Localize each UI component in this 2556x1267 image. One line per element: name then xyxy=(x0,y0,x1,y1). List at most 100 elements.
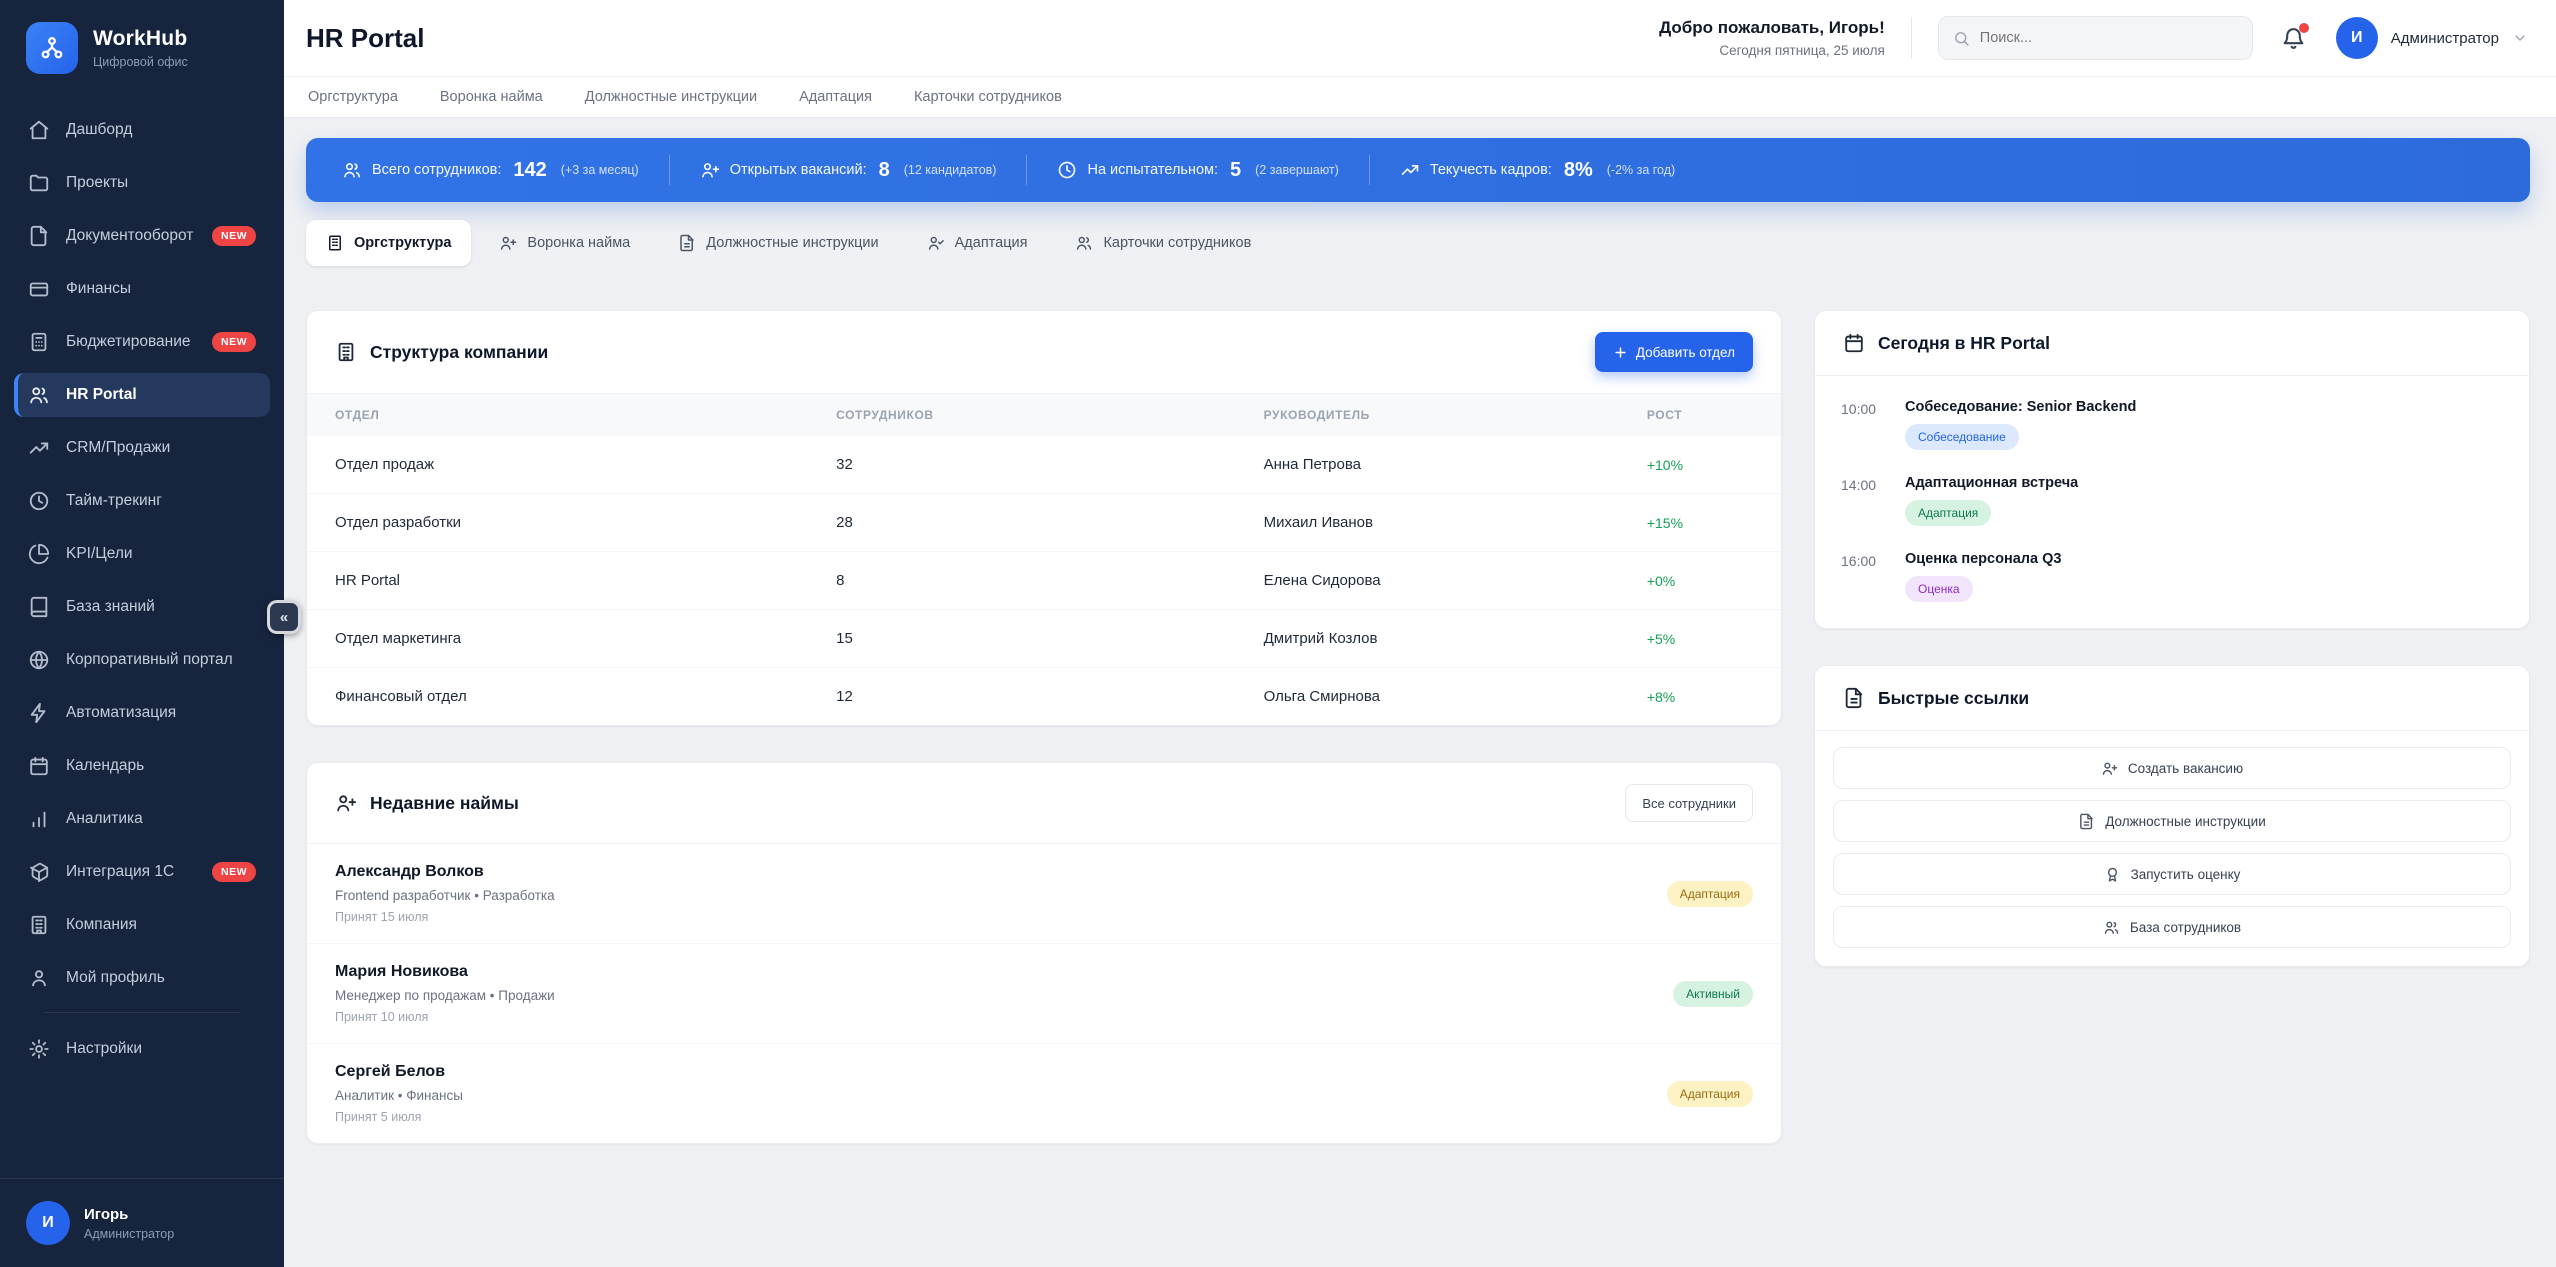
org-chart-icon xyxy=(26,22,78,74)
dept-name: HR Portal xyxy=(307,552,808,610)
dept-name: Финансовый отдел xyxy=(307,668,808,726)
zap-icon xyxy=(28,702,50,724)
hire-list-item[interactable]: Мария Новикова Менеджер по продажам • Пр… xyxy=(307,944,1781,1044)
user-plus-icon xyxy=(2101,760,2118,777)
sidebar-item-analytics[interactable]: Аналитика xyxy=(14,797,270,841)
schedule-event: 14:00 Адаптационная встреча Адаптация xyxy=(1815,462,2529,538)
sidebar-item-knowledge-base[interactable]: База знаний xyxy=(14,585,270,629)
start-assessment-button[interactable]: Запустить оценку xyxy=(1833,853,2511,895)
event-badge: Собеседование xyxy=(1905,424,2019,450)
schedule-event: 10:00 Собеседование: Senior Backend Собе… xyxy=(1815,386,2529,462)
sidebar-item-label: База знаний xyxy=(66,598,155,616)
table-row[interactable]: Отдел маркетинга 15 Дмитрий Козлов +5% xyxy=(307,610,1781,668)
create-vacancy-button[interactable]: Создать вакансию xyxy=(1833,747,2511,789)
user-menu[interactable]: И Администратор xyxy=(2336,17,2528,59)
sidebar-item-calendar[interactable]: Календарь xyxy=(14,744,270,788)
book-icon xyxy=(28,596,50,618)
table-row[interactable]: Отдел разработки 28 Михаил Иванов +15% xyxy=(307,494,1781,552)
tab-orgstructure[interactable]: Оргструктура xyxy=(308,89,398,105)
sidebar-item-label: Документооборот xyxy=(66,227,193,245)
quick-links-card: Быстрые ссылки Создать вакансию Должност… xyxy=(1814,665,2530,967)
pill-label: Воронка найма xyxy=(527,235,630,251)
chevron-down-icon xyxy=(2512,30,2528,46)
pill-employee-cards[interactable]: Карточки сотрудников xyxy=(1055,220,1271,266)
new-badge: NEW xyxy=(212,226,256,246)
dept-count: 28 xyxy=(808,494,1235,552)
hire-name: Сергей Белов xyxy=(335,1063,463,1081)
card-title: Недавние наймы xyxy=(370,793,519,814)
stat-value: 5 xyxy=(1230,159,1241,182)
pill-job-descriptions[interactable]: Должностные инструкции xyxy=(658,220,898,266)
header: HR Portal Добро пожаловать, Игорь! Сегод… xyxy=(284,0,2556,76)
tab-employee-cards[interactable]: Карточки сотрудников xyxy=(914,89,1062,105)
dept-count: 12 xyxy=(808,668,1235,726)
hire-position: Frontend разработчик • Разработка xyxy=(335,888,555,903)
sidebar-item-finances[interactable]: Финансы xyxy=(14,267,270,311)
pill-orgstructure[interactable]: Оргструктура xyxy=(306,220,471,266)
tab-hiring-funnel[interactable]: Воронка найма xyxy=(440,89,543,105)
card-title: Быстрые ссылки xyxy=(1878,688,2029,709)
sidebar-item-settings[interactable]: Настройки xyxy=(14,1027,270,1071)
tab-adaptation[interactable]: Адаптация xyxy=(799,89,872,105)
users-icon xyxy=(2103,919,2120,936)
sidebar-item-documents[interactable]: Документооборот NEW xyxy=(14,214,270,258)
calculator-icon xyxy=(28,331,50,353)
tab-job-descriptions[interactable]: Должностные инструкции xyxy=(585,89,757,105)
stat-value: 142 xyxy=(513,159,546,182)
all-employees-button[interactable]: Все сотрудники xyxy=(1625,784,1753,822)
hire-position: Менеджер по продажам • Продажи xyxy=(335,988,555,1003)
sidebar-item-budgeting[interactable]: Бюджетирование NEW xyxy=(14,320,270,364)
app-logo[interactable]: WorkHub Цифровой офис xyxy=(0,0,284,98)
building-icon xyxy=(335,341,357,363)
table-row[interactable]: Отдел продаж 32 Анна Петрова +10% xyxy=(307,436,1781,494)
sidebar-item-automation[interactable]: Автоматизация xyxy=(14,691,270,735)
hire-list-item[interactable]: Александр Волков Frontend разработчик • … xyxy=(307,844,1781,944)
dept-growth: +8% xyxy=(1619,668,1781,726)
user-name: Игорь xyxy=(84,1206,174,1223)
user-icon xyxy=(28,967,50,989)
sidebar-item-dashboard[interactable]: Дашборд xyxy=(14,108,270,152)
building-icon xyxy=(28,914,50,936)
calendar-icon xyxy=(28,755,50,777)
stats-banner: Всего сотрудников: 142 (+3 за месяц) Отк… xyxy=(306,138,2530,202)
notifications-button[interactable] xyxy=(2281,26,2306,51)
sidebar-item-corporate-portal[interactable]: Корпоративный портал xyxy=(14,638,270,682)
globe-icon xyxy=(28,649,50,671)
schedule-event: 16:00 Оценка персонала Q3 Оценка xyxy=(1815,538,2529,614)
job-descriptions-button[interactable]: Должностные инструкции xyxy=(1833,800,2511,842)
pill-adaptation[interactable]: Адаптация xyxy=(907,220,1048,266)
sidebar-item-1c-integration[interactable]: Интеграция 1С NEW xyxy=(14,850,270,894)
table-row[interactable]: HR Portal 8 Елена Сидорова +0% xyxy=(307,552,1781,610)
add-department-button[interactable]: Добавить отдел xyxy=(1595,332,1753,372)
search-box[interactable] xyxy=(1938,16,2253,60)
table-row[interactable]: Финансовый отдел 12 Ольга Смирнова +8% xyxy=(307,668,1781,726)
sidebar-item-company[interactable]: Компания xyxy=(14,903,270,947)
trending-up-icon xyxy=(1400,160,1420,180)
event-time: 14:00 xyxy=(1841,475,1887,526)
pill-label: Адаптация xyxy=(955,235,1028,251)
sidebar-user[interactable]: И Игорь Администратор xyxy=(0,1178,284,1267)
sidebar-item-my-profile[interactable]: Мой профиль xyxy=(14,956,270,1000)
sidebar-item-crm-sales[interactable]: CRM/Продажи xyxy=(14,426,270,470)
sidebar-item-kpi-goals[interactable]: KPI/Цели xyxy=(14,532,270,576)
sidebar-item-time-tracking[interactable]: Тайм-трекинг xyxy=(14,479,270,523)
pill-label: Карточки сотрудников xyxy=(1103,235,1251,251)
welcome-block: Добро пожаловать, Игорь! Сегодня пятница… xyxy=(1659,18,1885,58)
sidebar: WorkHub Цифровой офис Дашборд Проекты До… xyxy=(0,0,284,1267)
hire-date: Принят 5 июля xyxy=(335,1110,463,1124)
sidebar-item-label: Аналитика xyxy=(66,810,143,828)
file-text-icon xyxy=(2078,813,2095,830)
app-subtitle: Цифровой офис xyxy=(93,55,188,69)
sidebar-item-hr-portal[interactable]: HR Portal xyxy=(14,373,270,417)
search-icon xyxy=(1953,30,1970,47)
pill-hiring-funnel[interactable]: Воронка найма xyxy=(479,220,650,266)
sidebar-item-label: Интеграция 1С xyxy=(66,863,174,881)
dept-head: Михаил Иванов xyxy=(1236,494,1619,552)
employee-database-button[interactable]: База сотрудников xyxy=(1833,906,2511,948)
search-input[interactable] xyxy=(1980,30,2238,46)
sidebar-collapse-button[interactable]: « xyxy=(267,600,301,634)
user-plus-icon xyxy=(499,234,517,252)
sidebar-item-projects[interactable]: Проекты xyxy=(14,161,270,205)
hire-list-item[interactable]: Сергей Белов Аналитик • Финансы Принят 5… xyxy=(307,1044,1781,1143)
stat-label: Всего сотрудников: xyxy=(372,162,501,178)
